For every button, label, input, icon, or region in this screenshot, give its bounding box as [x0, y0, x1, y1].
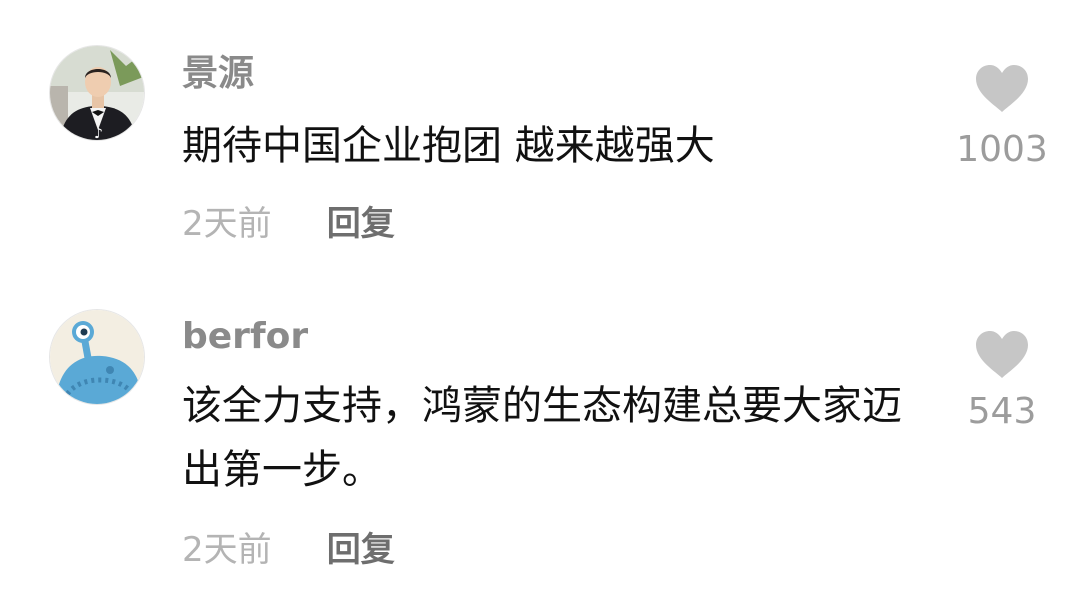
reply-button[interactable]: 回复 — [327, 200, 395, 248]
avatar[interactable]: ♪ — [49, 45, 145, 141]
comment-username[interactable]: berfor — [182, 315, 308, 359]
comment-username[interactable]: 景源 — [182, 52, 254, 96]
like-count: 1003 — [956, 129, 1048, 170]
heart-icon — [976, 65, 1028, 112]
svg-text:♪: ♪ — [94, 126, 103, 141]
comment-time: 2天前 — [182, 530, 272, 570]
like-button[interactable]: 543 — [952, 330, 1052, 434]
comment-meta: 2天前 回复 — [182, 526, 395, 574]
comment-content: 期待中国企业抱团 越来越强大 — [182, 123, 715, 169]
like-button[interactable]: 1003 — [952, 64, 1052, 172]
comment-meta: 2天前 回复 — [182, 200, 395, 248]
heart-icon — [976, 331, 1028, 378]
comment-content: 该全力支持，鸿蒙的生态构建总要大家迈出第一步。 — [182, 383, 902, 493]
comment-item: ♪ 景源 期待中国企业抱团 越来越强大 2天前 回复 1003 — [0, 0, 1080, 300]
avatar-photo: ♪ — [50, 46, 144, 141]
like-count: 543 — [967, 391, 1037, 432]
comment-time: 2天前 — [182, 204, 272, 244]
avatar-illustration — [50, 310, 144, 404]
reply-button[interactable]: 回复 — [327, 526, 395, 574]
avatar[interactable] — [49, 309, 145, 405]
comment-item: berfor 该全力支持，鸿蒙的生态构建总要大家迈出第一步。 2天前 回复 54… — [0, 300, 1080, 614]
